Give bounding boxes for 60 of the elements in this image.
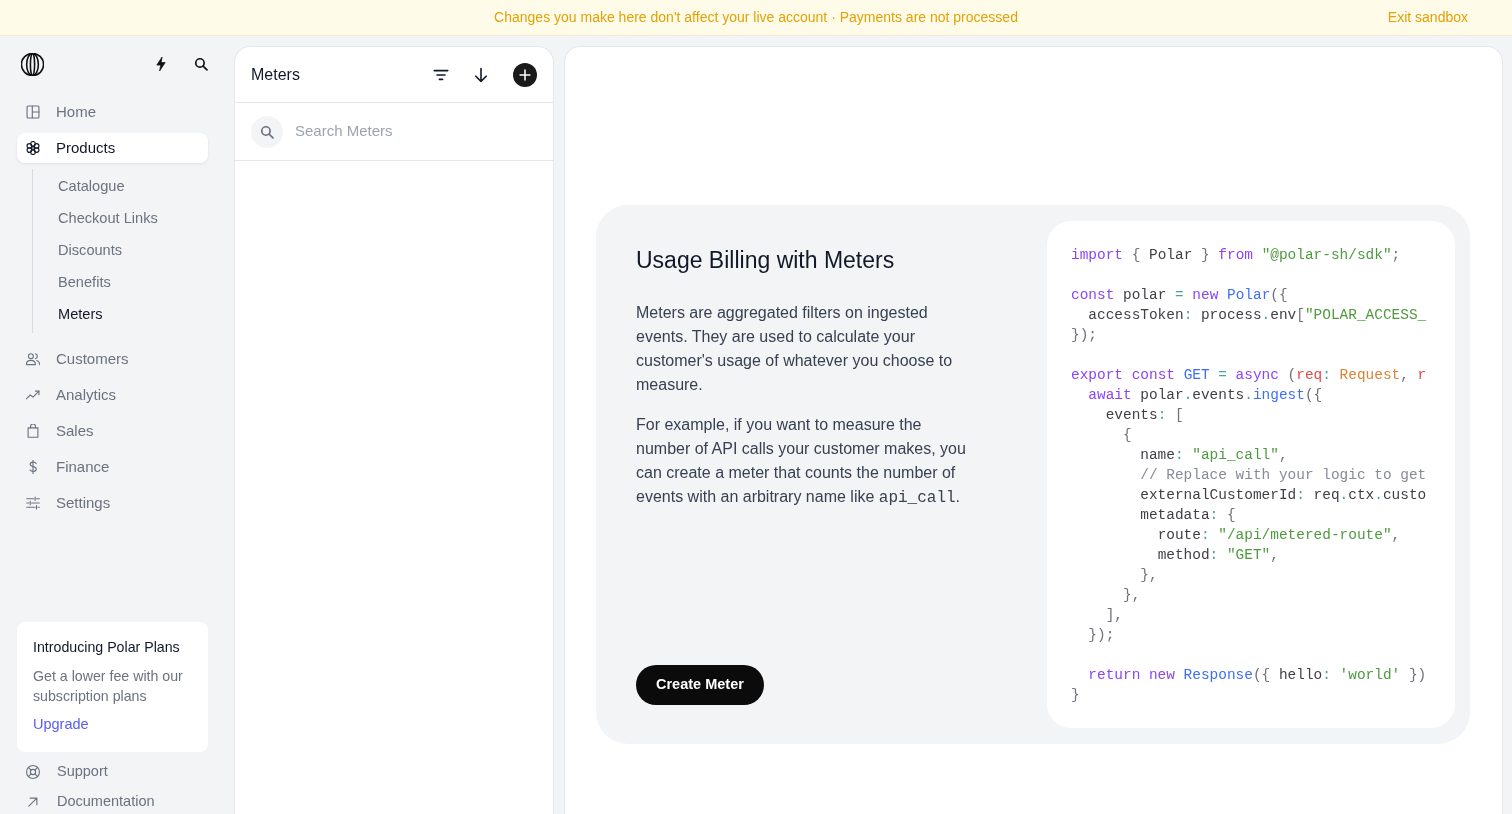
code-line: ], bbox=[1105, 606, 1123, 625]
sidebar-item[interactable]: Products bbox=[17, 133, 208, 163]
sidebar-item[interactable]: Customers bbox=[17, 344, 208, 374]
search-icon bbox=[251, 115, 283, 148]
code-line: method: "GET", bbox=[1157, 546, 1279, 565]
sidebar-subitem[interactable]: Benefits bbox=[33, 267, 208, 299]
logo-icon[interactable] bbox=[21, 52, 44, 76]
sidebar-item[interactable]: Analytics bbox=[17, 380, 208, 410]
description-text: For example, if you want to measure the number of API calls your customer makes, you can create a meter that counts the number of events with an arbitrary name like api_call. bbox=[636, 415, 967, 509]
lifebuoy-icon bbox=[26, 765, 40, 779]
promo-text: Get a lower fee with our subscription plans bbox=[33, 667, 184, 706]
arrow-down-icon[interactable] bbox=[473, 66, 489, 83]
sidebar-item[interactable]: Settings bbox=[17, 488, 208, 518]
sidebar-item[interactable]: Finance bbox=[17, 452, 208, 482]
code-line: { bbox=[1122, 426, 1132, 445]
bag-icon bbox=[26, 424, 40, 438]
layout-icon bbox=[26, 105, 40, 119]
description-text: Meters are aggregated filters on ingested events. They are used to calculate your customer's usage of whatever you choose to measure. bbox=[636, 303, 954, 395]
code-line: import { Polar } from "@polar-sh/sdk"; bbox=[1071, 246, 1401, 265]
code-line: const polar = new Polar({ bbox=[1071, 286, 1288, 305]
plus-icon bbox=[518, 67, 532, 82]
promo-title: Introducing Polar Plans bbox=[33, 638, 181, 657]
code-line: accessToken: process.env["POLAR_ACCESS_ bbox=[1088, 306, 1427, 325]
upgrade-link[interactable]: Upgrade bbox=[33, 714, 89, 734]
code-line: }); bbox=[1071, 326, 1097, 345]
code-line: }); bbox=[1088, 626, 1115, 645]
code-line: export const GET = async (req: Request, r bbox=[1071, 366, 1427, 385]
sidebar-subitem[interactable]: Checkout Links bbox=[33, 203, 208, 235]
dollar-icon bbox=[26, 460, 40, 474]
flower-icon bbox=[26, 141, 40, 155]
code-line: metadata: { bbox=[1140, 506, 1236, 525]
search-icon[interactable] bbox=[194, 57, 208, 71]
code-line: // Replace with your logic to get bbox=[1140, 466, 1427, 485]
empty-state-title: Usage Billing with Meters bbox=[636, 246, 896, 275]
add-button[interactable] bbox=[513, 62, 537, 87]
sidebar-subitem[interactable]: Discounts bbox=[33, 235, 208, 267]
code-line: name: "api_call", bbox=[1140, 446, 1288, 465]
code-line: route: "/api/metered-route", bbox=[1157, 526, 1401, 545]
code-line: } bbox=[1071, 686, 1080, 705]
code-line: return new Response({ hello: 'world' }) bbox=[1088, 666, 1427, 685]
arrow-up-right-icon bbox=[26, 795, 40, 809]
sliders-icon bbox=[26, 496, 40, 510]
trend-line-icon bbox=[26, 388, 40, 402]
sidebar-subitem[interactable]: Meters bbox=[33, 299, 208, 331]
sidebar-link[interactable]: Documentation bbox=[17, 790, 208, 814]
sidebar-item[interactable]: Sales bbox=[17, 416, 208, 446]
sidebar-subitem[interactable]: Catalogue bbox=[33, 171, 208, 203]
code-line: await polar.events.ingest({ bbox=[1088, 386, 1323, 405]
create-meter-button[interactable]: Create Meter bbox=[636, 665, 764, 705]
panel-title: Meters bbox=[251, 64, 300, 85]
sidebar-item[interactable]: Home bbox=[17, 97, 208, 127]
bolt-icon[interactable] bbox=[154, 57, 168, 71]
people-icon bbox=[26, 352, 40, 366]
code-line: events: [ bbox=[1105, 406, 1184, 425]
search-field[interactable]: Search Meters bbox=[295, 120, 537, 143]
sidebar-link[interactable]: Support bbox=[17, 760, 208, 784]
banner-message: Changes you make here don't affect your live account · Payments are not processed bbox=[494, 8, 1018, 27]
code-line: externalCustomerId: req.ctx.custo bbox=[1140, 486, 1427, 505]
code-line: }, bbox=[1122, 586, 1141, 605]
code-line: }, bbox=[1140, 566, 1158, 585]
